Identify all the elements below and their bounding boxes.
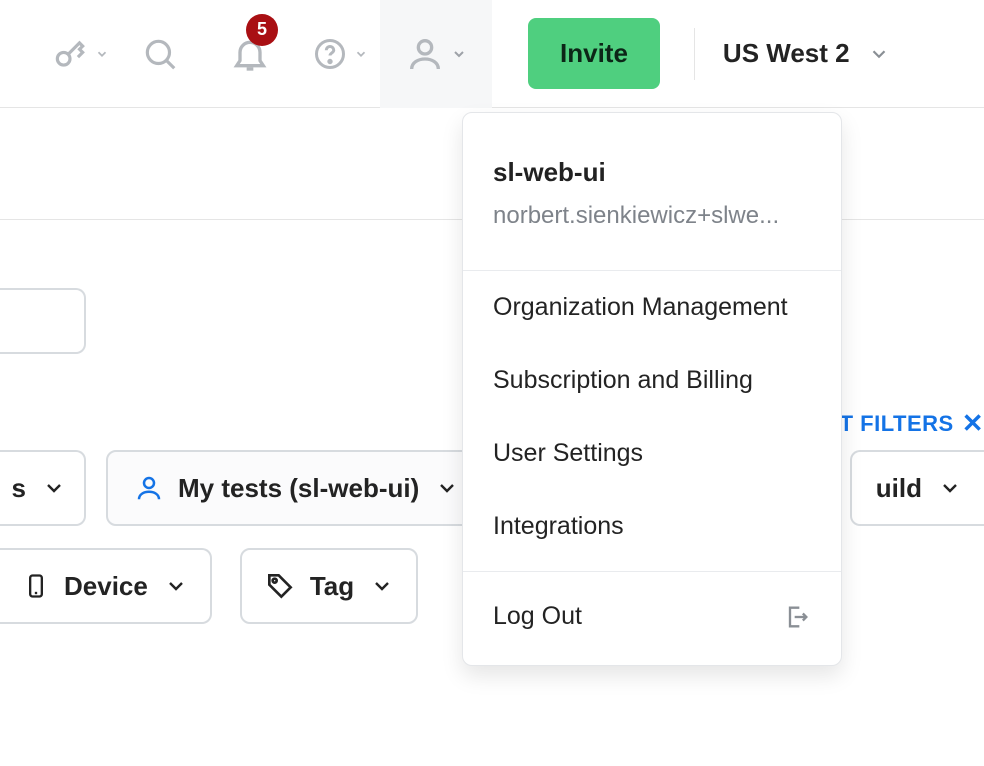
invite-button[interactable]: Invite xyxy=(528,18,660,89)
menu-user-settings[interactable]: User Settings xyxy=(463,417,841,490)
filter-device[interactable]: Device xyxy=(0,548,212,624)
user-dropdown-header: sl-web-ui norbert.sienkiewicz+slwe... xyxy=(463,113,841,271)
divider xyxy=(694,28,695,80)
notifications-button[interactable]: 5 xyxy=(200,0,300,108)
filter-build[interactable]: uild xyxy=(850,450,984,526)
user-dropdown-title: sl-web-ui xyxy=(493,157,811,188)
logout-icon xyxy=(783,603,811,631)
menu-subscription-billing[interactable]: Subscription and Billing xyxy=(463,344,841,417)
tag-icon xyxy=(264,570,296,602)
menu-org-management[interactable]: Organization Management xyxy=(463,271,841,344)
filter-owner-label: My tests (sl-web-ui) xyxy=(178,473,419,504)
chevron-down-icon xyxy=(354,47,368,61)
chevron-down-icon xyxy=(95,47,109,61)
help-icon xyxy=(312,36,348,72)
chevron-down-icon xyxy=(164,574,188,598)
truncated-box[interactable] xyxy=(0,288,86,354)
filter-row-2: Device Tag xyxy=(0,548,418,624)
user-dropdown-email: norbert.sienkiewicz+slwe... xyxy=(493,202,811,230)
user-icon xyxy=(405,34,445,74)
chevron-down-icon xyxy=(435,476,459,500)
region-label: US West 2 xyxy=(723,38,850,69)
filter-tag-label: Tag xyxy=(310,571,354,602)
filter-fragment-label: s xyxy=(12,473,26,504)
filter-truncated-left[interactable]: s xyxy=(0,450,86,526)
help-menu[interactable] xyxy=(300,0,380,108)
user-icon xyxy=(134,473,164,503)
reset-filters-link[interactable]: ET FILTERS ✕ xyxy=(824,408,984,439)
chevron-down-icon xyxy=(938,476,962,500)
chevron-down-icon xyxy=(451,46,467,62)
api-key-menu[interactable] xyxy=(40,0,120,108)
topbar: 5 Invite US West 2 xyxy=(0,0,984,108)
notification-badge: 5 xyxy=(246,14,278,46)
user-menu[interactable] xyxy=(380,0,492,108)
chevron-down-icon xyxy=(42,476,66,500)
device-icon xyxy=(22,568,50,604)
menu-logout-label: Log Out xyxy=(493,602,582,631)
search-button[interactable] xyxy=(120,0,200,108)
menu-integrations[interactable]: Integrations xyxy=(463,490,841,563)
filter-row-1: s My tests (sl-web-ui) xyxy=(0,450,487,526)
filter-tag[interactable]: Tag xyxy=(240,548,418,624)
menu-logout[interactable]: Log Out xyxy=(463,572,841,665)
close-icon: ✕ xyxy=(962,408,984,439)
search-icon xyxy=(141,35,179,73)
filter-device-label: Device xyxy=(64,571,148,602)
filter-owner[interactable]: My tests (sl-web-ui) xyxy=(106,450,487,526)
key-icon xyxy=(51,35,89,73)
chevron-down-icon xyxy=(370,574,394,598)
reset-filters-label: ET FILTERS xyxy=(824,411,953,437)
chevron-down-icon xyxy=(868,43,890,65)
region-selector[interactable]: US West 2 xyxy=(723,38,890,69)
filter-build-label: uild xyxy=(876,473,922,504)
user-dropdown: sl-web-ui norbert.sienkiewicz+slwe... Or… xyxy=(462,112,842,666)
